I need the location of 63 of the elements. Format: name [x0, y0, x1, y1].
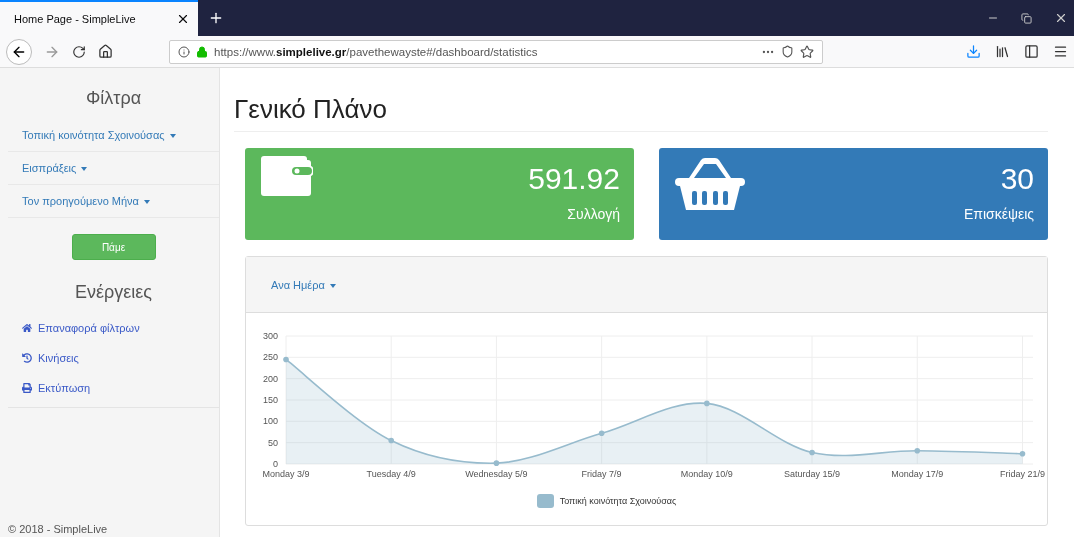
info-icon [178, 45, 190, 58]
axis-label: 100 [262, 416, 278, 427]
printer-icon [22, 383, 32, 393]
axis-label: 50 [268, 437, 278, 448]
axis-label: Monday 17/9 [891, 469, 944, 479]
stat-label: Συλλογή [567, 206, 620, 222]
data-point [809, 449, 815, 456]
filter-dropdown[interactable]: Εισπράξεις [8, 152, 219, 185]
data-point [388, 437, 394, 444]
axis-label: 250 [262, 352, 278, 363]
legend-label: Τοπική κοινότητα Σχοινούσας [559, 496, 677, 506]
axis-label: 150 [262, 395, 278, 405]
restore-icon[interactable] [1021, 12, 1032, 24]
axis-label: Saturday 15/9 [784, 469, 841, 479]
legend-swatch [536, 494, 554, 508]
data-point [914, 447, 921, 454]
star-icon[interactable] [800, 44, 814, 59]
address-bar[interactable]: https://www.simplelive.gr/pavethewayste#/dashboard/statistics [169, 39, 823, 64]
sidebar-icon[interactable] [1024, 44, 1039, 59]
filter-dropdown[interactable]: Τον προηγούμενο Μήνα [8, 185, 219, 218]
wallet-icon [261, 156, 313, 196]
data-point [1019, 450, 1026, 457]
axis-label: Wednesday 5/9 [465, 469, 528, 479]
home-icon [22, 323, 32, 333]
axis-label: Friday 21/9 [999, 469, 1045, 479]
plus-icon[interactable] [208, 10, 224, 26]
page-title: Γενικό Πλάνο [234, 94, 1048, 132]
filter-dropdown[interactable]: Τοπική κοινότητα Σχοινούσας [8, 119, 219, 152]
axis-label: Friday 7/9 [581, 469, 622, 479]
menu-icon[interactable] [1053, 44, 1068, 59]
close-icon[interactable] [176, 12, 190, 26]
close-icon[interactable] [1054, 11, 1068, 25]
download-icon[interactable] [966, 44, 981, 59]
stat-value: 591.92 [528, 162, 620, 196]
axis-label: 300 [262, 331, 278, 341]
axis-label: Tuesday 4/9 [366, 469, 416, 479]
data-point [493, 460, 500, 466]
footer-text: © 2018 - SimpleLive [7, 523, 109, 537]
lock-icon [196, 45, 208, 58]
filters-heading: Φίλτρα [84, 87, 143, 110]
action-link[interactable]: Επαναφορά φίλτρων [8, 313, 219, 343]
history-icon [22, 353, 32, 363]
home-icon[interactable] [98, 44, 113, 59]
stat-label: Επισκέψεις [963, 206, 1034, 222]
action-link[interactable]: Κινήσεις [8, 343, 219, 373]
tab-title: Home Page - SimpleLive [14, 13, 136, 25]
url-text: https://www.simplelive.gr/pavethewayste#/dashboard/statistics [214, 45, 539, 58]
actions-heading: Ενέργειες [74, 281, 153, 304]
data-point [598, 430, 605, 437]
stat-value: 30 [1000, 162, 1034, 196]
period-dropdown[interactable]: Ανα Ημέρα [271, 278, 336, 291]
axis-label: 0 [273, 459, 278, 469]
reload-icon[interactable] [72, 44, 86, 59]
axis-label: 200 [262, 373, 278, 384]
axis-label: Monday 3/9 [262, 469, 310, 479]
back-button[interactable] [6, 38, 32, 65]
action-link[interactable]: Εκτύπωση [8, 373, 219, 403]
basket-icon [675, 156, 745, 212]
data-point [283, 356, 289, 363]
library-icon[interactable] [995, 44, 1010, 59]
axis-label: Monday 10/9 [680, 469, 733, 479]
data-point [704, 400, 710, 407]
browser-tab[interactable]: Home Page - SimpleLive [0, 0, 198, 36]
